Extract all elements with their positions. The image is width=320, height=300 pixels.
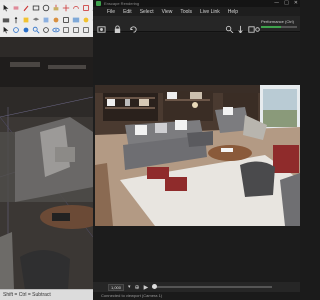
menu-help[interactable]: Help — [228, 9, 238, 15]
menu-view[interactable]: View — [162, 9, 173, 15]
add-keyframe-icon[interactable]: ⊕ — [135, 284, 140, 291]
select-icon[interactable] — [2, 26, 10, 34]
pan-icon[interactable] — [22, 26, 30, 34]
renderer-empty-bottom — [93, 226, 300, 282]
eye-icon[interactable] — [52, 26, 60, 34]
component-icon[interactable] — [42, 16, 50, 24]
render-viewport[interactable] — [95, 85, 300, 226]
modeler-scene-illustration — [0, 37, 93, 290]
window-title: Enscape Rendering — [104, 1, 140, 6]
menu-edit[interactable]: Edit — [123, 9, 132, 15]
renderer-toolbar: Performance (Ctrl) — [93, 16, 300, 34]
camera-icon[interactable] — [2, 16, 10, 24]
timeline-slider[interactable] — [152, 284, 273, 289]
front-view-icon[interactable] — [72, 26, 80, 34]
eraser-icon[interactable] — [12, 4, 20, 12]
menu-tools[interactable]: Tools — [180, 9, 192, 15]
close-button[interactable]: ✕ — [294, 0, 298, 7]
timeline-bar: 1,000 ▾ ⊕ ▶ — [93, 282, 300, 299]
modeler-window: Shift = Ctrl = Subtract — [0, 0, 93, 300]
rotate-icon[interactable] — [72, 4, 80, 12]
maximize-button[interactable]: □ — [284, 0, 289, 7]
zoom-icon[interactable] — [32, 26, 40, 34]
shadow-icon[interactable] — [82, 16, 90, 24]
section-icon[interactable] — [22, 16, 30, 24]
capture-icon[interactable] — [97, 19, 106, 33]
scale-icon[interactable] — [82, 4, 90, 12]
toolbar-row-1 — [0, 2, 93, 14]
timeline-slider-knob[interactable] — [152, 284, 158, 289]
renderer-status-text: Connected to viewport (Camera 1) — [93, 292, 300, 300]
refresh-icon[interactable] — [129, 19, 138, 33]
pin-icon[interactable] — [236, 19, 245, 34]
renderer-window: Enscape Rendering — □ ✕ File Edit Select… — [93, 0, 300, 300]
performance-label: Performance (Ctrl) — [261, 19, 294, 24]
renderer-titlebar: Enscape Rendering — □ ✕ — [93, 0, 300, 7]
modeler-viewport[interactable] — [0, 37, 93, 290]
play-icon[interactable]: ▶ — [144, 284, 149, 291]
move-icon[interactable] — [62, 4, 70, 12]
window-controls: — □ ✕ — [274, 0, 298, 7]
performance-slider[interactable] — [261, 26, 297, 28]
zoom-extents-icon[interactable] — [42, 26, 50, 34]
circle-icon[interactable] — [42, 4, 50, 12]
minimize-button[interactable]: — — [274, 0, 279, 7]
pencil-icon[interactable] — [22, 4, 30, 12]
top-view-icon[interactable] — [62, 26, 70, 34]
lock-icon[interactable] — [113, 19, 122, 34]
push-pull-icon[interactable] — [52, 4, 60, 12]
zoom-value-field[interactable]: 1,000 — [108, 283, 125, 291]
menu-file[interactable]: File — [107, 9, 115, 15]
modeler-status-text: Shift = Ctrl = Subtract — [0, 289, 93, 300]
renderer-menubar: File Edit Select View Tools Live Link He… — [93, 7, 300, 16]
performance-slider-fill — [261, 26, 281, 28]
materials-icon[interactable] — [52, 16, 60, 24]
renderer-empty-top — [93, 33, 300, 85]
select-icon[interactable] — [2, 4, 10, 12]
style-icon[interactable] — [62, 16, 70, 24]
menu-select[interactable]: Select — [140, 9, 154, 15]
right-view-icon[interactable] — [82, 26, 90, 34]
scene-icon[interactable] — [72, 16, 80, 24]
zoom-icon[interactable] — [225, 19, 234, 34]
enscape-logo-icon — [96, 1, 101, 6]
frame-icon[interactable] — [97, 284, 104, 299]
menu-live-link[interactable]: Live Link — [200, 9, 220, 15]
walk-icon[interactable] — [12, 16, 20, 24]
rendered-living-room-image — [95, 85, 300, 226]
chevron-down-icon[interactable]: ▾ — [128, 284, 131, 290]
layers-icon[interactable] — [32, 16, 40, 24]
rectangle-icon[interactable] — [32, 4, 40, 12]
orbit-icon[interactable] — [12, 26, 20, 34]
toolbar-row-3 — [0, 24, 93, 36]
